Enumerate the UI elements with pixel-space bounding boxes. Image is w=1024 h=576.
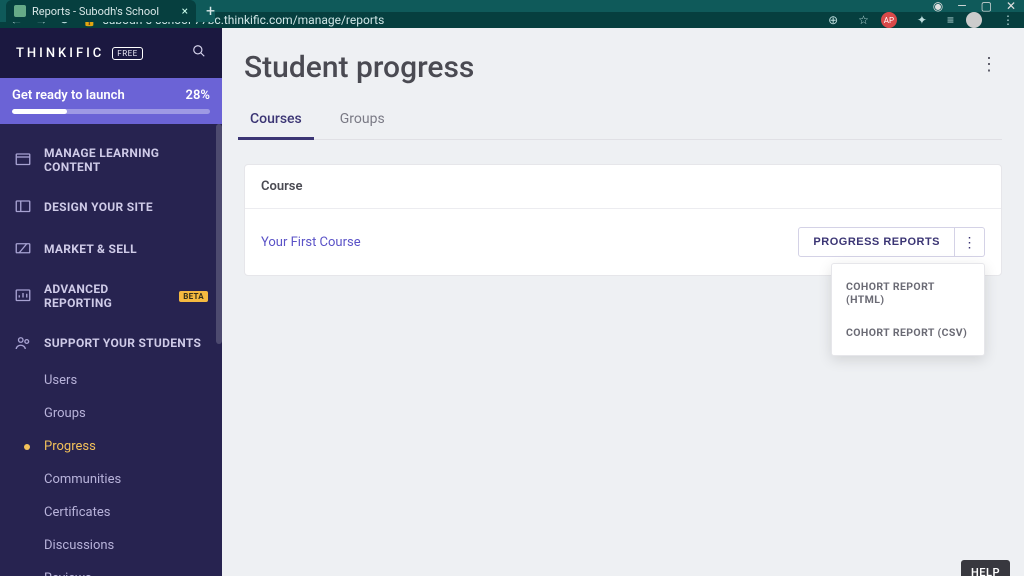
nav-market-and-sell[interactable]: MARKET & SELL bbox=[0, 228, 222, 270]
nav-label: ADVANCED REPORTING bbox=[44, 282, 165, 310]
launch-banner[interactable]: Get ready to launch 28% bbox=[0, 78, 222, 124]
table-header-course: Course bbox=[245, 165, 1001, 209]
support-icon bbox=[14, 334, 32, 352]
sidebar: THINKIFIC FREE Get ready to launch 28% M… bbox=[0, 28, 222, 576]
nav-design-your-site[interactable]: DESIGN YOUR SITE bbox=[0, 186, 222, 228]
beta-badge: BETA bbox=[179, 291, 208, 302]
tab-title: Reports - Subodh's School bbox=[32, 5, 176, 18]
close-icon[interactable]: × bbox=[182, 4, 188, 18]
search-icon[interactable] bbox=[192, 44, 206, 62]
nav-support-your-students[interactable]: SUPPORT YOUR STUDENTS bbox=[0, 322, 222, 364]
extension-icon[interactable]: AP bbox=[881, 12, 897, 28]
market-icon bbox=[14, 240, 32, 258]
subnav-communities[interactable]: Communities bbox=[0, 463, 222, 496]
favicon-icon bbox=[14, 5, 26, 17]
course-link[interactable]: Your First Course bbox=[261, 235, 361, 250]
zoom-icon[interactable]: ⊕ bbox=[828, 13, 838, 27]
avatar[interactable] bbox=[966, 12, 982, 28]
minimize-icon[interactable]: — bbox=[957, 0, 966, 12]
record-icon: ◉ bbox=[933, 0, 943, 12]
dropdown-cohort-csv[interactable]: COHORT REPORT (CSV) bbox=[832, 316, 984, 349]
brand-logo: THINKIFIC bbox=[16, 46, 104, 61]
nav-label: MANAGE LEARNING CONTENT bbox=[44, 146, 208, 174]
content-icon bbox=[14, 151, 32, 169]
tabs: Courses Groups bbox=[244, 103, 1002, 140]
tab-courses[interactable]: Courses bbox=[244, 103, 308, 139]
nav-label: SUPPORT YOUR STUDENTS bbox=[44, 336, 201, 350]
nav-label: DESIGN YOUR SITE bbox=[44, 200, 153, 214]
page-menu-icon[interactable]: ⋮ bbox=[976, 50, 1002, 79]
reporting-icon bbox=[14, 287, 32, 305]
subnav-discussions[interactable]: Discussions bbox=[0, 529, 222, 562]
design-icon bbox=[14, 198, 32, 216]
maximize-icon[interactable]: ▢ bbox=[981, 0, 992, 12]
progress-reports-button[interactable]: PROGRESS REPORTS bbox=[798, 227, 955, 257]
puzzle-icon[interactable]: ✦ bbox=[917, 13, 927, 27]
row-menu-button[interactable]: ⋮ bbox=[955, 227, 985, 257]
browser-tab[interactable]: Reports - Subodh's School × bbox=[6, 0, 196, 22]
playlist-icon[interactable]: ≡ bbox=[947, 13, 954, 27]
launch-progress bbox=[12, 109, 210, 114]
table-row: Your First Course PROGRESS REPORTS ⋮ COH… bbox=[245, 209, 1001, 275]
subnav-reviews[interactable]: Reviews bbox=[0, 562, 222, 576]
nav-manage-learning-content[interactable]: MANAGE LEARNING CONTENT bbox=[0, 134, 222, 186]
subnav-users[interactable]: Users bbox=[0, 364, 222, 397]
help-button[interactable]: HELP bbox=[961, 560, 1010, 576]
launch-percent: 28% bbox=[186, 88, 210, 103]
row-dropdown: COHORT REPORT (HTML) COHORT REPORT (CSV) bbox=[831, 263, 985, 356]
subnav-groups[interactable]: Groups bbox=[0, 397, 222, 430]
main-content: Student progress ⋮ Courses Groups Course… bbox=[222, 28, 1024, 576]
brand-bar: THINKIFIC FREE bbox=[0, 28, 222, 78]
free-badge: FREE bbox=[112, 47, 142, 60]
star-icon[interactable]: ☆ bbox=[858, 13, 869, 27]
tab-groups[interactable]: Groups bbox=[334, 103, 391, 139]
dropdown-cohort-html[interactable]: COHORT REPORT (HTML) bbox=[832, 270, 984, 316]
new-tab-button[interactable]: + bbox=[206, 0, 215, 22]
browser-menu-icon[interactable]: ⋮ bbox=[1002, 13, 1014, 27]
nav-label: MARKET & SELL bbox=[44, 242, 137, 256]
nav-advanced-reporting[interactable]: ADVANCED REPORTING BETA bbox=[0, 270, 222, 322]
page-title: Student progress bbox=[244, 50, 474, 85]
course-table: Course Your First Course PROGRESS REPORT… bbox=[244, 164, 1002, 276]
subnav-progress[interactable]: Progress bbox=[0, 430, 222, 463]
subnav-certificates[interactable]: Certificates bbox=[0, 496, 222, 529]
launch-label: Get ready to launch bbox=[12, 88, 125, 103]
close-window-icon[interactable]: ✕ bbox=[1006, 0, 1016, 12]
